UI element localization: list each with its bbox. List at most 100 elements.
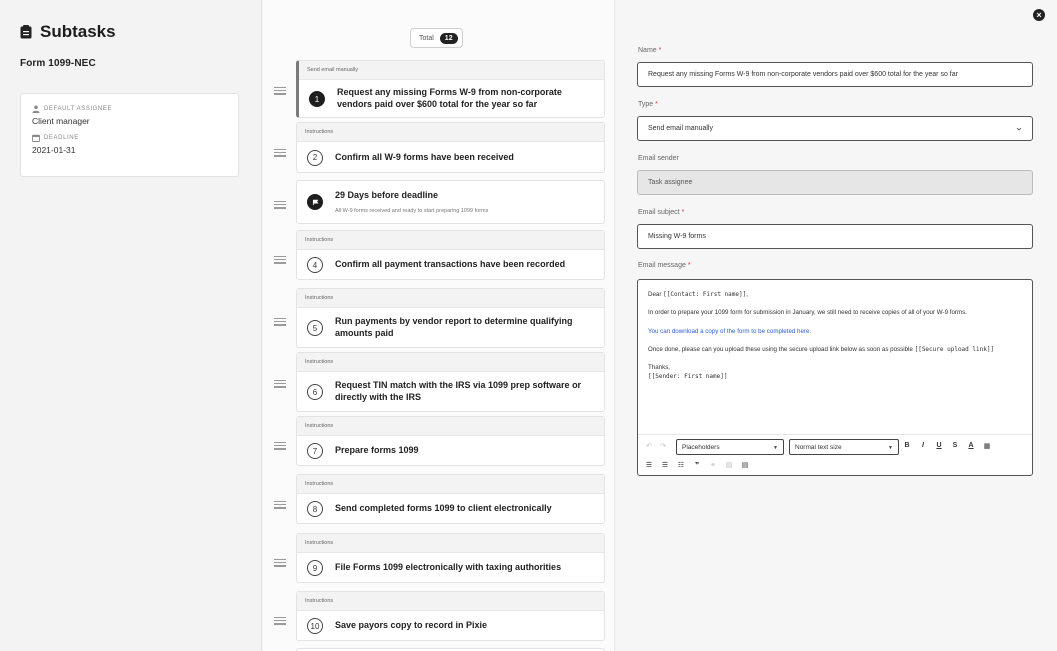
drag-handle-icon[interactable]: [274, 256, 286, 264]
form-name: Form 1099-NEC: [20, 58, 96, 69]
subtask-type: Instructions: [297, 123, 604, 142]
subtask-card[interactable]: Instructions 9 File Forms 1099 electroni…: [296, 533, 605, 583]
subtask-title: Send completed forms 1099 to client elec…: [335, 503, 552, 514]
subtask-type: Instructions: [297, 592, 604, 611]
milestone-content: 29 Days before deadline All W-9 forms re…: [335, 190, 488, 214]
milestone-card[interactable]: 29 Days before deadline All W-9 forms re…: [296, 180, 605, 224]
deadline-label: DEADLINE: [32, 134, 227, 142]
subtask-number: 1: [309, 91, 325, 107]
chevron-down-icon: ▼: [773, 445, 778, 451]
subtask-type: Instructions: [297, 417, 604, 436]
clear-format-icon[interactable]: ▤: [740, 461, 750, 469]
subtask-type: Instructions: [297, 353, 604, 372]
subject-input[interactable]: Missing W-9 forms: [637, 224, 1033, 249]
deadline-value: 2021-01-31: [32, 145, 76, 155]
subtask-card[interactable]: Instructions 8 Send completed forms 1099…: [296, 474, 605, 524]
bold-icon[interactable]: B: [902, 442, 912, 449]
default-assignee-label: DEFAULT ASSIGNEE: [32, 105, 227, 113]
drag-handle-icon[interactable]: [274, 442, 286, 450]
subtask-title: Request TIN match with the IRS via 1099 …: [335, 380, 582, 402]
drag-handle-icon[interactable]: [274, 149, 286, 157]
drag-handle-icon[interactable]: [274, 201, 286, 209]
placeholders-select[interactable]: Placeholders ▼: [676, 439, 784, 455]
name-input[interactable]: Request any missing Forms W-9 from non-c…: [637, 62, 1033, 87]
upload-link-placeholder: [[Secure upload link]]: [914, 345, 995, 353]
milestone-description: All W-9 forms received and ready to star…: [335, 207, 489, 214]
subtask-card[interactable]: Instructions 4 Confirm all payment trans…: [296, 230, 605, 280]
subtask-number: 2: [307, 149, 323, 166]
subtask-title: Run payments by vendor report to determi…: [335, 316, 573, 338]
download-link[interactable]: You can download a copy of the form to b…: [648, 327, 1022, 336]
message-paragraph: In order to prepare your 1099 form for s…: [648, 309, 967, 317]
subtask-type: Send email manually: [299, 61, 604, 80]
quote-icon[interactable]: ❞: [692, 461, 702, 469]
subtask-title: Prepare forms 1099: [335, 445, 419, 456]
subtask-type: Instructions: [297, 534, 604, 553]
bullet-list-icon[interactable]: ☰: [644, 461, 654, 469]
drag-handle-icon[interactable]: [274, 87, 286, 95]
total-count: 12: [439, 32, 458, 44]
task-defaults-card: DEFAULT ASSIGNEE Client manager DEADLINE…: [20, 93, 239, 177]
subtasks-sidebar: Subtasks Form 1099-NEC DEFAULT ASSIGNEE …: [0, 0, 262, 651]
clipboard-icon: [20, 25, 32, 39]
subtask-type: Instructions: [297, 289, 604, 308]
subtask-card[interactable]: Instructions 5 Run payments by vendor re…: [296, 288, 605, 348]
subtask-title: Request any missing Forms W-9 from non-c…: [337, 87, 562, 109]
close-icon[interactable]: ×: [1033, 9, 1045, 21]
subtask-title: Confirm all payment transactions have be…: [335, 259, 566, 270]
subtask-number: 6: [307, 384, 323, 400]
subtask-card[interactable]: Instructions 2 Confirm all W-9 forms hav…: [296, 122, 605, 173]
milestone-title: 29 Days before deadline: [335, 190, 439, 201]
message-body[interactable]: Dear [[Contact: First name]], In order t…: [638, 280, 1032, 382]
text-size-select[interactable]: Normal text size ▼: [789, 439, 899, 455]
checklist-icon[interactable]: ☷: [676, 461, 686, 469]
subtask-card[interactable]: Instructions 10 Save payors copy to reco…: [296, 591, 605, 641]
italic-icon[interactable]: I: [918, 442, 928, 449]
total-count-badge: Total 12: [410, 28, 463, 48]
drag-handle-icon[interactable]: [274, 617, 286, 625]
chevron-down-icon: ▼: [888, 445, 893, 451]
subtask-card[interactable]: Send email manually 1 Request any missin…: [296, 60, 605, 118]
name-label: Name *: [638, 47, 662, 54]
drag-handle-icon[interactable]: [274, 559, 286, 567]
undo-icon[interactable]: ↶: [644, 442, 654, 450]
table-icon[interactable]: ▤: [724, 461, 734, 469]
default-assignee-value: Client manager: [32, 116, 90, 126]
link-icon[interactable]: ⚭: [708, 461, 718, 469]
message-editor[interactable]: Dear [[Contact: First name]], In order t…: [637, 279, 1033, 476]
subtask-title: Confirm all W-9 forms have been received: [335, 151, 514, 162]
subtask-number: 8: [307, 501, 323, 517]
subtask-number: 4: [307, 257, 323, 273]
subtask-detail-panel: × Name * Request any missing Forms W-9 f…: [616, 0, 1057, 651]
highlight-icon[interactable]: ▦: [982, 442, 992, 450]
sidebar-title-text: Subtasks: [40, 22, 116, 41]
contact-placeholder: [[Contact: First name]]: [663, 291, 747, 298]
sidebar-title: Subtasks: [20, 22, 116, 42]
subtask-type: Instructions: [297, 231, 604, 250]
sender-placeholder: [[Sender: First name]]: [648, 373, 728, 381]
strikethrough-icon[interactable]: S: [950, 442, 960, 449]
total-label: Total: [419, 34, 434, 42]
subtask-card[interactable]: Instructions 6 Request TIN match with th…: [296, 352, 605, 412]
drag-handle-icon[interactable]: [274, 318, 286, 326]
drag-handle-icon[interactable]: [274, 501, 286, 509]
drag-handle-icon[interactable]: [274, 380, 286, 388]
type-select[interactable]: Send email manually: [637, 116, 1033, 141]
subject-label: Email subject *: [638, 209, 685, 216]
sender-label: Email sender: [638, 155, 679, 162]
message-label: Email message *: [638, 262, 691, 269]
subtask-type: Instructions: [297, 475, 604, 494]
user-icon: [32, 105, 40, 113]
sender-field: Task assignee: [637, 170, 1033, 195]
subtask-number: 9: [307, 560, 323, 576]
type-label: Type *: [638, 101, 658, 108]
chevron-down-icon: [1016, 127, 1022, 131]
subtask-title: File Forms 1099 electronically with taxi…: [335, 562, 562, 573]
text-color-icon[interactable]: A: [966, 442, 976, 449]
underline-icon[interactable]: U: [934, 442, 944, 449]
redo-icon[interactable]: ↷: [658, 442, 668, 450]
subtask-number: 7: [307, 443, 323, 459]
numbered-list-icon[interactable]: ☰: [660, 461, 670, 469]
subtask-card[interactable]: Instructions 7 Prepare forms 1099: [296, 416, 605, 466]
subtask-number: 5: [307, 320, 323, 336]
